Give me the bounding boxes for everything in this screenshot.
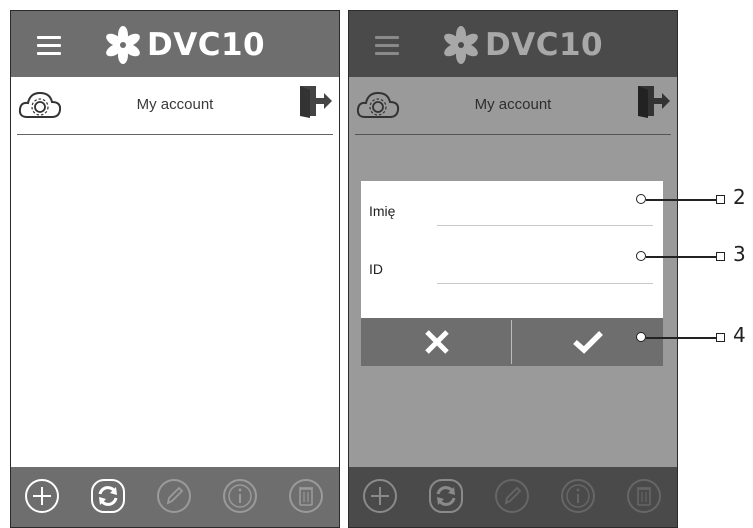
id-field[interactable]: ID xyxy=(361,239,663,295)
divider xyxy=(355,134,671,135)
info-icon[interactable] xyxy=(221,477,259,515)
bottom-toolbar xyxy=(349,467,677,527)
divider xyxy=(17,134,333,135)
pencil-icon[interactable] xyxy=(155,477,193,515)
account-title: My account xyxy=(474,96,552,113)
phone-screen-right: DVC10 My account Imię ID xyxy=(348,10,678,528)
hamburger-icon[interactable] xyxy=(37,36,61,55)
sync-icon xyxy=(429,479,463,513)
bottom-toolbar xyxy=(11,467,339,527)
callout-number-2: 2 xyxy=(733,185,746,209)
dialog-button-bar xyxy=(361,318,663,366)
callout-dot-3 xyxy=(636,251,646,261)
trash-icon[interactable] xyxy=(287,477,325,515)
name-field[interactable]: Imię xyxy=(361,181,663,237)
account-title: My account xyxy=(136,96,214,113)
app-title: DVC10 xyxy=(485,27,604,63)
name-input-line[interactable] xyxy=(437,225,653,226)
callout-number-4: 4 xyxy=(733,323,746,347)
app-logo: DVC10 xyxy=(103,25,265,65)
callout-line-4 xyxy=(646,337,716,339)
sync-icon[interactable] xyxy=(89,477,127,515)
plus-circle-icon xyxy=(363,479,397,513)
hamburger-icon xyxy=(375,36,399,55)
callout-dot-2 xyxy=(636,194,646,204)
id-input-line[interactable] xyxy=(437,283,653,284)
x-icon xyxy=(424,330,449,354)
exit-door-icon[interactable] xyxy=(297,83,333,119)
exit-door-icon xyxy=(638,86,670,118)
account-row: My account xyxy=(11,77,339,135)
callout-marker-3 xyxy=(716,252,725,261)
callout-line-3 xyxy=(646,256,716,258)
confirm-button[interactable] xyxy=(512,318,663,366)
account-row: My account xyxy=(349,77,677,135)
cancel-button[interactable] xyxy=(361,318,512,366)
app-title: DVC10 xyxy=(147,27,266,63)
top-app-bar: DVC10 xyxy=(11,11,339,77)
name-label: Imię xyxy=(369,203,396,219)
callout-dot-4 xyxy=(636,332,646,342)
callout-marker-4 xyxy=(716,333,725,342)
callout-number-3: 3 xyxy=(733,242,746,266)
phone-screen-left: DVC10 My account xyxy=(10,10,340,528)
app-logo: DVC10 xyxy=(441,25,603,65)
fan-logo-icon xyxy=(444,26,478,64)
edit-account-dialog: Imię ID xyxy=(361,181,663,366)
trash-icon xyxy=(627,479,661,513)
id-label: ID xyxy=(369,261,383,277)
check-icon xyxy=(572,331,603,354)
callout-marker-2 xyxy=(716,195,725,204)
info-icon xyxy=(561,479,595,513)
fan-logo-icon xyxy=(106,26,140,64)
top-app-bar: DVC10 xyxy=(349,11,677,77)
pencil-icon xyxy=(495,479,529,513)
callout-line-2 xyxy=(646,199,716,201)
plus-circle-icon[interactable] xyxy=(23,477,61,515)
